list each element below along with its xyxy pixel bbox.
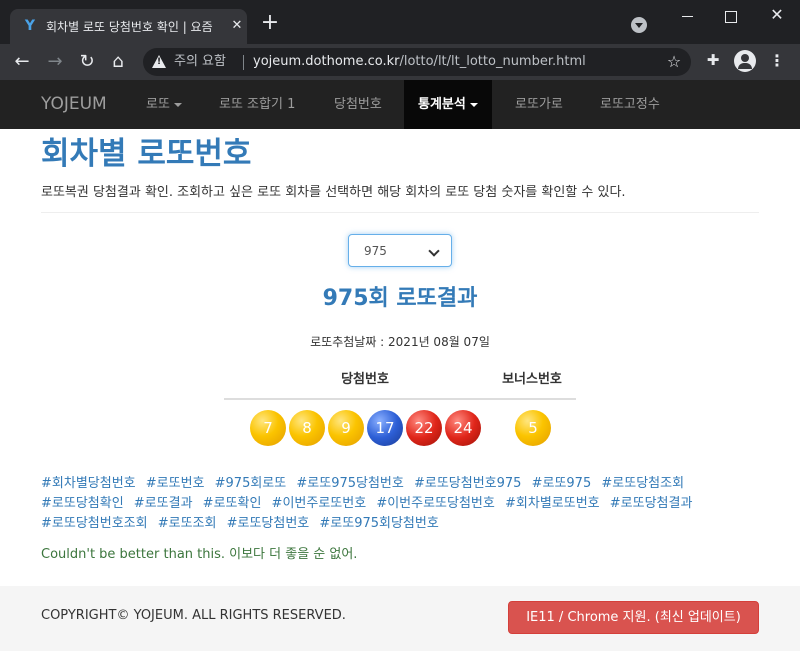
hashtag-list: #회차별당첨번호 #로또번호 #975회로또 #로또975당첨번호 #로또당첨번… — [41, 474, 761, 534]
hashtag[interactable]: #이번주로또번호 — [272, 494, 367, 514]
hashtag[interactable]: #975회로또 — [215, 474, 287, 494]
round-select-value: 975 — [364, 244, 387, 258]
page-description: 로또복권 당첨결과 확인. 조회하고 싶은 로또 회차를 선택하면 해당 회차의… — [41, 185, 626, 200]
home-icon[interactable]: ⌂ — [106, 50, 130, 74]
divider — [41, 212, 759, 213]
lotto-ball: 8 — [289, 410, 325, 446]
site-navbar: YOJEUM 로또 로또 조합기 1 당첨번호 통계분석 로또가로 로또고정수 — [0, 80, 800, 129]
url-separator — [243, 55, 244, 70]
hashtag[interactable]: #로또결과 — [134, 494, 193, 514]
nav-item-lotto-row[interactable]: 로또가로 — [515, 80, 563, 129]
hashtag[interactable]: #로또당첨번호 — [227, 514, 310, 534]
hashtag[interactable]: #로또당첨확인 — [41, 494, 124, 514]
quote-text: Couldn't be better than this. 이보다 더 좋을 순… — [41, 547, 358, 562]
lotto-ball: 9 — [328, 410, 364, 446]
hashtag[interactable]: #로또975 — [532, 474, 592, 494]
forward-arrow-icon[interactable]: → — [43, 50, 67, 74]
chrome-menu-icon[interactable]: ⋮ — [768, 50, 786, 72]
window-minimize-icon[interactable] — [672, 6, 702, 28]
hashtag[interactable]: #로또당첨번호조회 — [41, 514, 148, 534]
lotto-ball: 17 — [367, 410, 403, 446]
hashtag[interactable]: #로또당첨번호975 — [414, 474, 521, 494]
copyright-text: COPYRIGHT© YOJEUM. ALL RIGHTS RESERVED. — [41, 608, 346, 623]
brand-logo[interactable]: YOJEUM — [41, 93, 107, 115]
window-maximize-icon[interactable] — [716, 6, 746, 28]
bookmark-star-icon[interactable]: ☆ — [664, 52, 684, 72]
address-bar[interactable]: 주의 요함 yojeum.dothome.co.kr/lotto/lt/lt_l… — [143, 48, 691, 76]
hashtag[interactable]: #로또975회당첨번호 — [319, 514, 438, 534]
bonus-number-header: 보너스번호 — [502, 372, 562, 387]
hashtag[interactable]: #로또확인 — [203, 494, 262, 514]
tab-close-icon[interactable]: ✕ — [228, 17, 246, 35]
browser-support-button[interactable]: IE11 / Chrome 지원. (최신 업데이트) — [508, 601, 759, 634]
caret-down-icon — [173, 102, 182, 107]
tab-title: 회차별 로또 당첨번호 확인 | 요즘 — [46, 20, 213, 34]
tab-search-icon[interactable] — [631, 17, 647, 33]
profile-avatar-icon[interactable] — [734, 50, 756, 72]
nav-item-lotto[interactable]: 로또 — [146, 80, 182, 129]
hashtag[interactable]: #회차별당첨번호 — [41, 474, 136, 494]
site-footer: COPYRIGHT© YOJEUM. ALL RIGHTS RESERVED. … — [0, 586, 800, 651]
new-tab-icon[interactable]: + — [258, 12, 282, 36]
nav-item-winning-numbers[interactable]: 당첨번호 — [334, 80, 382, 129]
result-title: 975회 로또결과 — [322, 286, 478, 311]
bonus-ball: 5 — [515, 410, 551, 446]
nav-item-combinator[interactable]: 로또 조합기 1 — [219, 80, 295, 129]
table-header-line — [224, 398, 576, 400]
site-favicon-icon: Y — [24, 18, 36, 34]
url-text[interactable]: yojeum.dothome.co.kr/lotto/lt/lt_lotto_n… — [253, 53, 586, 71]
hashtag[interactable]: #이번주로또당첨번호 — [376, 494, 495, 514]
extensions-puzzle-icon[interactable]: ✚ — [703, 50, 723, 70]
lotto-ball: 24 — [445, 410, 481, 446]
nav-item-statistics-label: 통계분석 — [418, 97, 466, 112]
winning-numbers-header: 당첨번호 — [341, 372, 389, 387]
hashtag[interactable]: #로또당첨조회 — [601, 474, 684, 494]
browser-toolbar: ← → ↻ ⌂ 주의 요함 yojeum.dothome.co.kr/lotto… — [0, 44, 800, 80]
back-arrow-icon[interactable]: ← — [10, 50, 34, 74]
hashtag[interactable]: #로또당첨결과 — [610, 494, 693, 514]
round-select[interactable]: 975 — [348, 234, 452, 267]
nav-item-lotto-label: 로또 — [146, 97, 170, 112]
warning-icon[interactable] — [152, 55, 166, 68]
url-path: /lotto/lt/lt_lotto_number.html — [399, 54, 586, 69]
hashtag[interactable]: #로또조회 — [158, 514, 217, 534]
chevron-down-icon — [428, 245, 440, 257]
reload-icon[interactable]: ↻ — [75, 50, 99, 74]
hashtag[interactable]: #회차별로또번호 — [505, 494, 600, 514]
nav-item-fixed-numbers[interactable]: 로또고정수 — [600, 80, 660, 129]
page-title: 회차별 로또번호 — [41, 136, 252, 172]
browser-tab[interactable]: Y 회차별 로또 당첨번호 확인 | 요즘 ✕ — [10, 9, 247, 44]
security-label[interactable]: 주의 요함 — [174, 53, 226, 71]
lotto-ball: 7 — [250, 410, 286, 446]
url-host: yojeum.dothome.co.kr — [253, 54, 400, 69]
browser-titlebar: Y 회차별 로또 당첨번호 확인 | 요즘 ✕ + ✕ — [0, 0, 800, 44]
hashtag[interactable]: #로또975당첨번호 — [296, 474, 403, 494]
draw-date: 로또추첨날짜 : 2021년 08월 07일 — [310, 335, 490, 349]
nav-item-statistics[interactable]: 통계분석 — [404, 80, 492, 129]
window-close-icon[interactable]: ✕ — [762, 4, 792, 28]
lotto-ball: 22 — [406, 410, 442, 446]
hashtag[interactable]: #로또번호 — [146, 474, 205, 494]
caret-down-icon — [469, 102, 478, 107]
